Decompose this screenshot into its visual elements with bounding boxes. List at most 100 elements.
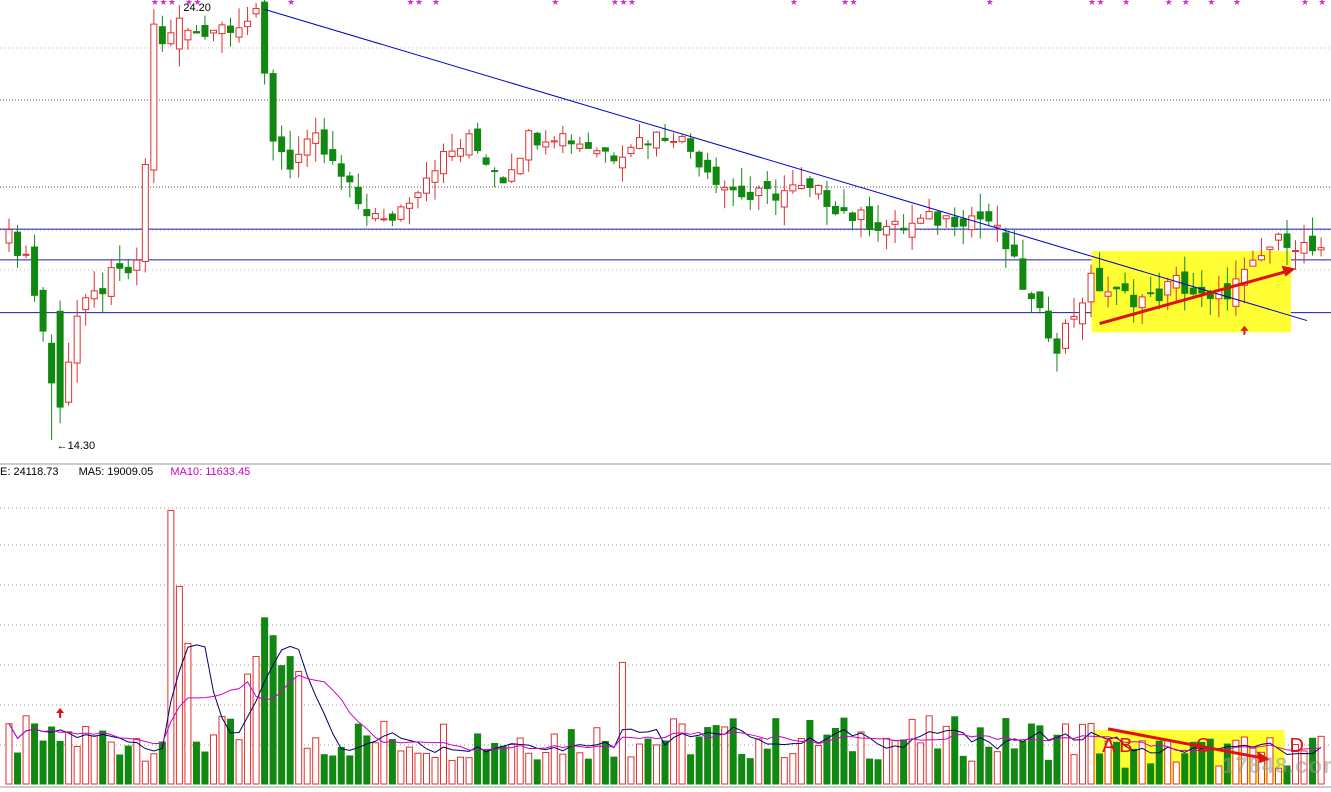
low-label: ←14.30: [57, 440, 96, 452]
candle: [482, 157, 490, 165]
candle: [533, 132, 541, 146]
candle: [729, 186, 737, 191]
signal-star: ★: [551, 0, 559, 7]
volume-letter: A: [1102, 735, 1116, 757]
volume-bar: [576, 752, 584, 785]
candle: [252, 8, 260, 15]
candle: [763, 181, 771, 190]
candle: [584, 142, 592, 149]
volume-bar: [303, 747, 311, 785]
candle: [1257, 255, 1265, 261]
candle: [925, 211, 933, 220]
signal-star: ★: [849, 0, 857, 7]
candle: [405, 202, 413, 209]
volume-bar: [721, 726, 729, 785]
candle: [320, 129, 328, 155]
candle: [1164, 281, 1172, 296]
candle: [116, 263, 124, 269]
candle: [431, 170, 439, 183]
candle: [244, 20, 252, 28]
candle: [704, 159, 712, 173]
candle: [848, 212, 856, 222]
candle: [670, 140, 678, 143]
candle: [31, 246, 39, 296]
candle: [90, 290, 98, 300]
signal-star: ★: [1318, 0, 1326, 7]
volume-bar: [1155, 740, 1163, 785]
volume-bar: [99, 730, 107, 785]
candle: [499, 177, 507, 184]
volume-bar: [235, 739, 243, 785]
candle: [576, 143, 584, 150]
volume-bar: [618, 661, 626, 785]
signal-star: ★: [287, 0, 295, 7]
volume-bar: [431, 756, 439, 785]
candle: [1070, 315, 1078, 320]
candle: [201, 24, 209, 37]
volume-bar: [65, 731, 73, 785]
volume-bar: [209, 734, 217, 785]
volume-bar: [653, 744, 661, 785]
candle: [559, 133, 567, 147]
signal-star: ★: [611, 0, 619, 7]
volume-bar: [772, 718, 780, 785]
volume-bar: [559, 753, 567, 785]
candle: [1232, 278, 1240, 307]
candle: [465, 133, 473, 156]
volume-bar: [116, 754, 124, 785]
candle: [883, 226, 891, 236]
volume-bar: [448, 759, 456, 785]
volume-bar: [192, 741, 200, 785]
candle: [1053, 338, 1061, 354]
candle: [874, 222, 882, 231]
candle: [346, 175, 354, 183]
candle: [457, 148, 465, 157]
candle: [312, 132, 320, 144]
candle: [866, 206, 874, 231]
candle: [1181, 271, 1189, 294]
volume-bar: [22, 715, 30, 785]
candle: [5, 229, 13, 244]
volume-bar: [942, 725, 950, 785]
candle: [550, 140, 558, 143]
candle: [337, 163, 345, 177]
candle: [1317, 247, 1325, 251]
volume-bar: [635, 743, 643, 785]
candle: [959, 218, 967, 227]
volume-bar: [440, 723, 448, 785]
signal-star: ★: [1207, 0, 1215, 7]
candle: [1147, 292, 1155, 295]
signal-star: ★: [168, 0, 176, 7]
volume-bar: [806, 719, 814, 785]
candle: [993, 224, 1001, 228]
price-panel: ★ ★ ★ ★ ★ ★ ★ ★ ★ ★ ★ ★ ★ ★ ★ ★ ★ ★ ★ ★ ★ ★ ★ ★ ★ ★24.20←14.30: [0, 0, 1331, 465]
candle: [806, 178, 814, 189]
candle: [414, 192, 422, 198]
volume-bar: [567, 729, 575, 785]
volume-bar: [31, 723, 39, 785]
volume-bar: [175, 585, 183, 785]
volume-bar: [499, 745, 507, 785]
candle: [65, 361, 73, 403]
candle: [695, 151, 703, 168]
volume-bar: [755, 738, 763, 785]
volume-bar: [550, 733, 558, 785]
volume-bar: [337, 746, 345, 785]
volume-bar: [601, 741, 609, 785]
volume-bar: [73, 745, 81, 785]
volume-bar: [150, 753, 158, 785]
signal-star: ★: [415, 0, 423, 7]
volume-bar: [687, 754, 695, 785]
volume-bar: [1181, 753, 1189, 785]
volume-bar: [107, 741, 115, 785]
volume-bar: [508, 743, 516, 785]
candle: [508, 169, 516, 182]
candle: [976, 211, 984, 220]
candle: [295, 153, 303, 163]
candle: [525, 130, 533, 161]
volume-bar: [184, 642, 192, 785]
candle: [1283, 233, 1291, 248]
volume-bar: [312, 737, 320, 785]
candle: [167, 32, 175, 45]
candle: [141, 163, 149, 262]
